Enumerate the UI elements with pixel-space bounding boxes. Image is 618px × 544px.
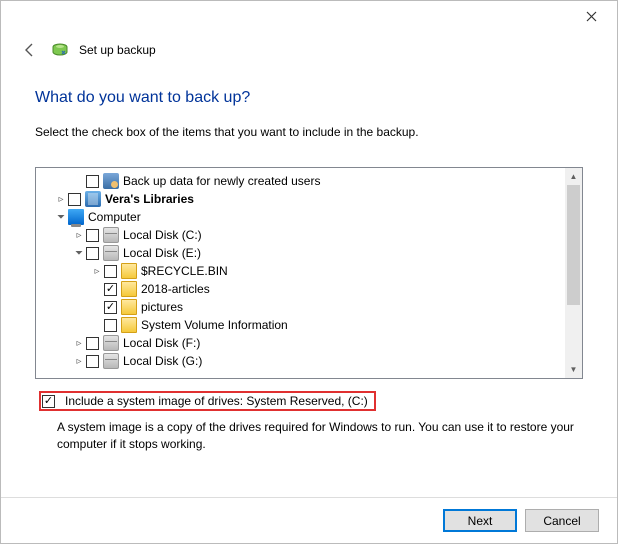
checkbox[interactable] (86, 175, 99, 188)
tree-row-local-disk-e[interactable]: ⏷ Local Disk (E:) (36, 244, 565, 262)
expander[interactable]: ▹ (90, 266, 104, 277)
checkbox[interactable] (104, 283, 117, 296)
checkbox[interactable] (104, 265, 117, 278)
wizard-title: Set up backup (79, 43, 156, 57)
scrollbar-thumb[interactable] (567, 185, 580, 305)
tree-row-local-disk-g[interactable]: ▹ Local Disk (G:) (36, 352, 565, 370)
scrollbar[interactable]: ▲ ▼ (565, 168, 582, 378)
system-image-label: Include a system image of drives: System… (65, 394, 368, 408)
checkbox[interactable] (86, 355, 99, 368)
drive-icon (103, 227, 119, 243)
tree-row-2018-articles[interactable]: ▹ 2018-articles (36, 280, 565, 298)
next-button[interactable]: Next (443, 509, 517, 532)
scroll-down-button[interactable]: ▼ (565, 361, 582, 378)
drive-icon (103, 353, 119, 369)
checkbox[interactable] (68, 193, 81, 206)
folder-icon (121, 263, 137, 279)
expander[interactable]: ▹ (54, 194, 68, 205)
system-image-description: A system image is a copy of the drives r… (57, 419, 577, 453)
tree-label: System Volume Information (141, 318, 288, 332)
tree-label: Local Disk (C:) (123, 228, 202, 242)
tree-row-veras-libraries[interactable]: ▹ Vera's Libraries (36, 190, 565, 208)
checkbox[interactable] (86, 337, 99, 350)
tree-row-system-volume-info[interactable]: ▹ System Volume Information (36, 316, 565, 334)
close-button[interactable] (571, 3, 611, 29)
tree-label: Local Disk (F:) (123, 336, 200, 350)
cancel-button[interactable]: Cancel (525, 509, 599, 532)
tree-label: Local Disk (E:) (123, 246, 201, 260)
tree-row-pictures[interactable]: ▹ pictures (36, 298, 565, 316)
checkbox[interactable] (104, 301, 117, 314)
drive-icon (103, 335, 119, 351)
next-button-label: Next (468, 514, 493, 528)
folder-icon (121, 281, 137, 297)
folder-icon (121, 317, 137, 333)
expander[interactable]: ⏷ (54, 212, 68, 223)
tree-row-newly-created-users[interactable]: ▹ Back up data for newly created users (36, 172, 565, 190)
back-button[interactable] (19, 39, 41, 61)
checkbox[interactable] (104, 319, 117, 332)
tree-label: Back up data for newly created users (123, 174, 320, 188)
checkbox[interactable] (86, 229, 99, 242)
expander[interactable]: ⏷ (72, 248, 86, 259)
tree-label: 2018-articles (141, 282, 210, 296)
page-instruction: Select the check box of the items that y… (35, 125, 583, 139)
checkbox[interactable] (86, 247, 99, 260)
tree-label: Vera's Libraries (105, 192, 194, 206)
expander[interactable]: ▹ (72, 356, 86, 367)
system-image-checkbox[interactable] (42, 395, 55, 408)
users-icon (103, 173, 119, 189)
footer: Next Cancel (1, 497, 617, 543)
backup-items-tree: ▹ Back up data for newly created users ▹… (35, 167, 583, 379)
tree-label: Computer (88, 210, 141, 224)
tree-row-recycle-bin[interactable]: ▹ $RECYCLE.BIN (36, 262, 565, 280)
libraries-icon (85, 191, 101, 207)
expander[interactable]: ▹ (72, 230, 86, 241)
tree-label: Local Disk (G:) (123, 354, 202, 368)
tree-row-local-disk-c[interactable]: ▹ Local Disk (C:) (36, 226, 565, 244)
highlight-box: Include a system image of drives: System… (39, 391, 376, 411)
computer-icon (68, 209, 84, 225)
backup-icon (51, 41, 69, 59)
scroll-up-button[interactable]: ▲ (565, 168, 582, 185)
cancel-button-label: Cancel (543, 514, 580, 528)
tree-row-computer[interactable]: ⏷ Computer (36, 208, 565, 226)
drive-icon (103, 245, 119, 261)
page-heading: What do you want to back up? (35, 89, 583, 107)
tree-row-local-disk-f[interactable]: ▹ Local Disk (F:) (36, 334, 565, 352)
folder-icon (121, 299, 137, 315)
expander[interactable]: ▹ (72, 338, 86, 349)
tree-label: $RECYCLE.BIN (141, 264, 228, 278)
tree-label: pictures (141, 300, 183, 314)
